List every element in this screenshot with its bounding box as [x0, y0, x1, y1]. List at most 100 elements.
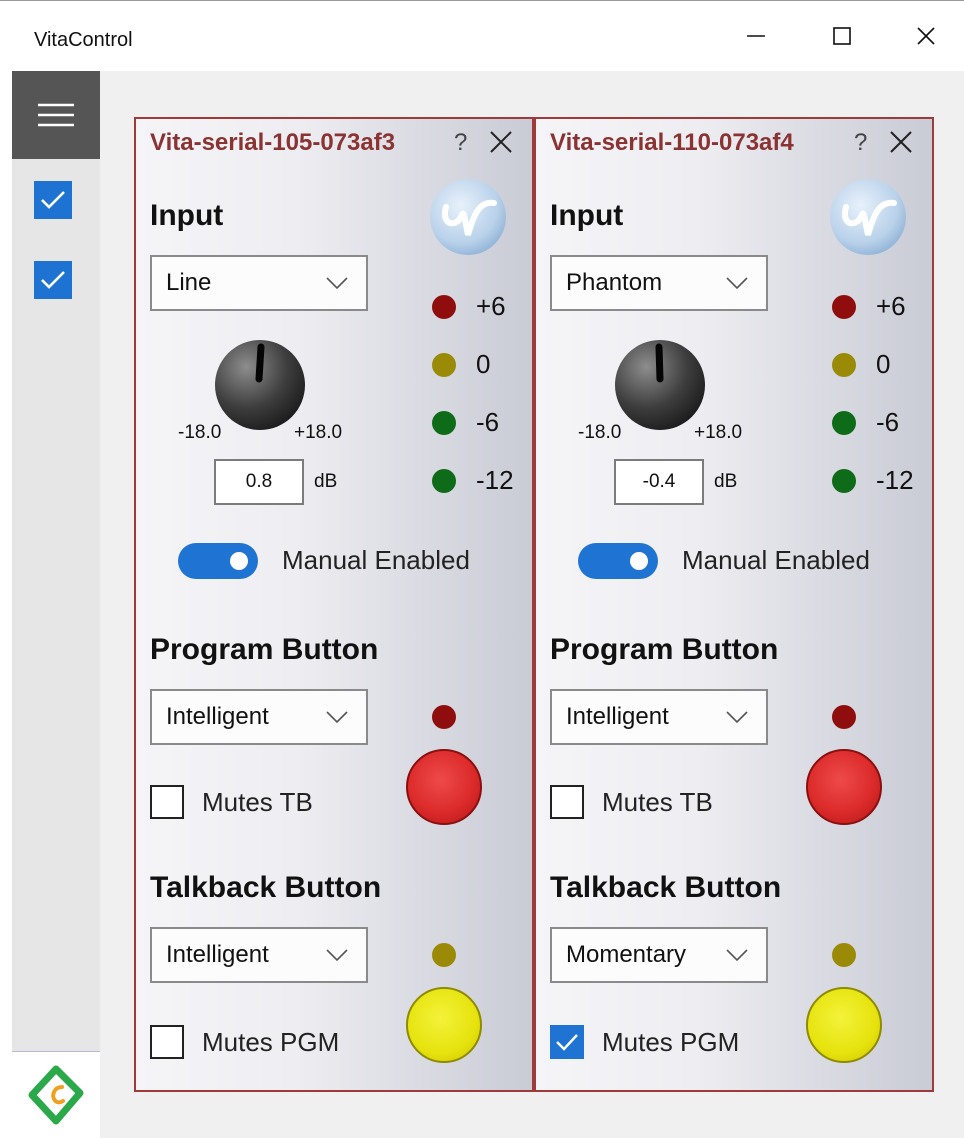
level-label: 0	[876, 349, 891, 379]
hamburger-menu-button[interactable]	[12, 71, 100, 159]
gain-knob[interactable]	[214, 339, 306, 431]
device-panel-2: Vita-serial-110-073af4 ? Input Phantom +…	[534, 117, 934, 1092]
program-status-led	[432, 705, 456, 729]
talkback-status-led	[832, 943, 856, 967]
mutes-pgm-label: Mutes PGM	[202, 1027, 340, 1057]
mutes-tb-checkbox[interactable]	[550, 785, 584, 819]
mutes-pgm-checkbox[interactable]	[150, 1025, 184, 1059]
mutes-pgm-checkbox[interactable]	[550, 1025, 584, 1059]
dropdown-value: Phantom	[566, 269, 663, 296]
chevron-down-icon	[326, 711, 348, 723]
knob-min-label: -18.0	[578, 422, 622, 443]
level-label: +6	[476, 291, 506, 321]
level-label: +6	[876, 291, 906, 321]
title-bar: VitaControl	[0, 1, 964, 71]
device-panels-area: Vita-serial-105-073af3 ? Input Line +6 0…	[100, 71, 964, 1138]
program-button[interactable]	[406, 749, 482, 825]
level-led-0	[432, 353, 456, 377]
input-type-dropdown[interactable]: Phantom	[550, 255, 768, 311]
vita-logo-icon	[430, 179, 506, 255]
level-label: 0	[476, 349, 491, 379]
toggle-thumb	[630, 552, 648, 570]
level-led-minus6	[432, 411, 456, 435]
level-label: -6	[476, 407, 500, 437]
maximize-icon	[833, 27, 851, 45]
mutes-tb-checkbox[interactable]	[150, 785, 184, 819]
dropdown-value: Line	[166, 269, 212, 296]
app-title: VitaControl	[34, 29, 133, 51]
manual-enabled-toggle[interactable]	[578, 543, 658, 579]
mutes-tb-label: Mutes TB	[602, 787, 713, 817]
talkback-button[interactable]	[806, 987, 882, 1063]
talkback-button-heading: Talkback Button	[550, 871, 782, 904]
checkmark-icon	[556, 1034, 578, 1051]
sidebar-device-2-checkbox[interactable]	[34, 261, 72, 299]
gain-value-field[interactable]: -0.4	[614, 459, 704, 505]
level-led-0	[832, 353, 856, 377]
chevron-down-icon	[726, 277, 748, 289]
gain-unit-label: dB	[714, 471, 738, 492]
program-mode-dropdown[interactable]: Intelligent	[150, 689, 368, 745]
talkback-mode-dropdown[interactable]: Intelligent	[150, 927, 368, 983]
mutes-pgm-label: Mutes PGM	[602, 1027, 740, 1057]
dropdown-value: Momentary	[566, 941, 687, 968]
maximize-button[interactable]	[812, 11, 872, 61]
gain-value-field[interactable]: 0.8	[214, 459, 304, 505]
close-panel-icon[interactable]	[888, 129, 914, 155]
level-label: -12	[476, 465, 514, 495]
toggle-thumb	[230, 552, 248, 570]
manual-enabled-label: Manual Enabled	[682, 545, 870, 575]
input-heading: Input	[150, 199, 224, 232]
program-status-led	[832, 705, 856, 729]
gain-knob[interactable]	[614, 339, 706, 431]
level-label: -6	[876, 407, 900, 437]
chevron-down-icon	[326, 277, 348, 289]
close-panel-icon[interactable]	[488, 129, 514, 155]
dropdown-value: Intelligent	[166, 941, 269, 968]
gain-unit-label: dB	[314, 471, 338, 492]
talkback-button[interactable]	[406, 987, 482, 1063]
mutes-tb-label: Mutes TB	[202, 787, 313, 817]
chevron-down-icon	[326, 949, 348, 961]
close-window-button[interactable]	[896, 11, 956, 61]
vitacontrol-logo	[12, 1051, 100, 1138]
dropdown-value: Intelligent	[166, 703, 269, 730]
program-button-heading: Program Button	[550, 633, 779, 666]
talkback-button-heading: Talkback Button	[150, 871, 382, 904]
talkback-mode-dropdown[interactable]: Momentary	[550, 927, 768, 983]
level-led-plus6	[832, 295, 856, 319]
input-type-dropdown[interactable]: Line	[150, 255, 368, 311]
device-panel-1: Vita-serial-105-073af3 ? Input Line +6 0…	[134, 117, 534, 1092]
help-button[interactable]: ?	[454, 129, 467, 157]
level-led-minus12	[832, 469, 856, 493]
chevron-down-icon	[726, 949, 748, 961]
hamburger-icon	[38, 103, 74, 127]
program-button-heading: Program Button	[150, 633, 379, 666]
minimize-button[interactable]	[726, 11, 786, 61]
vitacontrol-logo-icon	[28, 1065, 84, 1125]
manual-enabled-label: Manual Enabled	[282, 545, 470, 575]
sidebar	[12, 71, 100, 1138]
manual-enabled-toggle[interactable]	[178, 543, 258, 579]
talkback-status-led	[432, 943, 456, 967]
dropdown-value: Intelligent	[566, 703, 669, 730]
program-mode-dropdown[interactable]: Intelligent	[550, 689, 768, 745]
panel-title: Vita-serial-110-073af4	[550, 129, 794, 156]
level-led-minus6	[832, 411, 856, 435]
chevron-down-icon	[726, 711, 748, 723]
checkmark-icon	[41, 191, 65, 209]
minimize-icon	[747, 35, 765, 37]
level-led-plus6	[432, 295, 456, 319]
knob-max-label: +18.0	[294, 422, 343, 443]
program-button[interactable]	[806, 749, 882, 825]
panel-title: Vita-serial-105-073af3	[150, 129, 396, 156]
checkmark-icon	[41, 271, 65, 289]
vita-logo-icon	[830, 179, 906, 255]
input-heading: Input	[550, 199, 624, 232]
level-label: -12	[876, 465, 914, 495]
sidebar-device-1-checkbox[interactable]	[34, 181, 72, 219]
knob-max-label: +18.0	[694, 422, 743, 443]
help-button[interactable]: ?	[854, 129, 867, 157]
app-window: VitaControl Vita-serial-105-073af3 ? Inp…	[0, 0, 964, 1138]
level-led-minus12	[432, 469, 456, 493]
